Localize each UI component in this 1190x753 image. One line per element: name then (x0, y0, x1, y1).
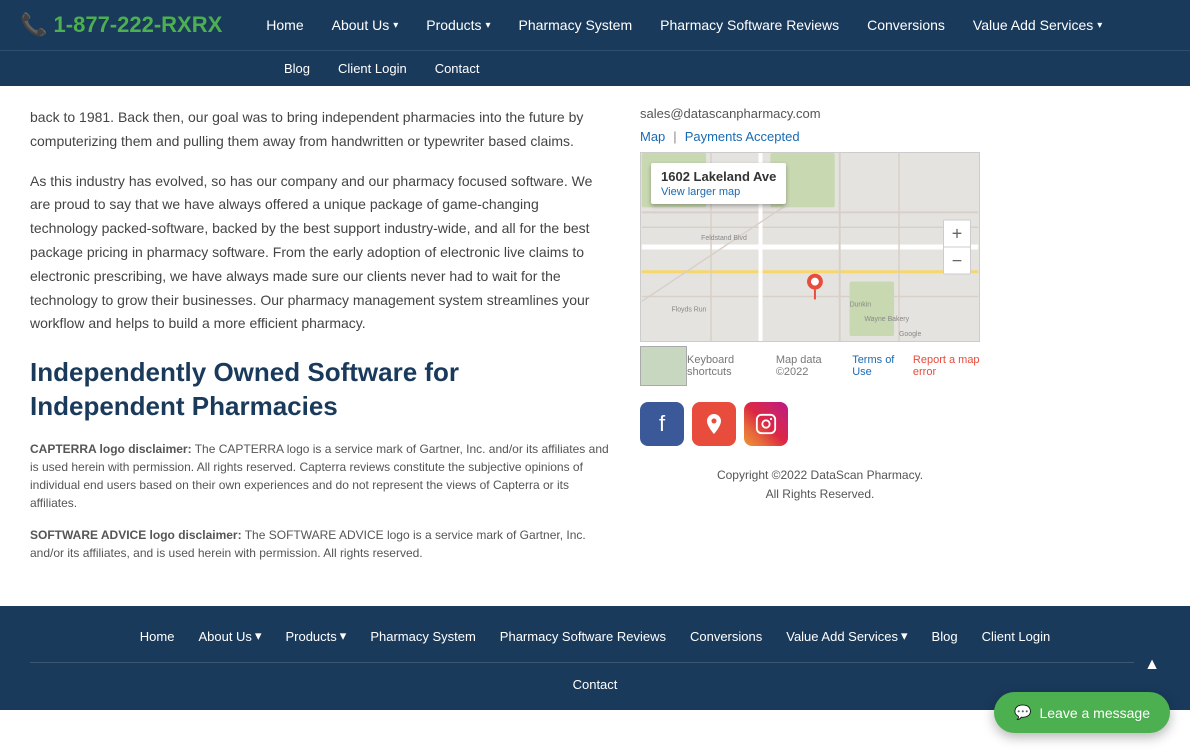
svg-text:Wayne Bakery: Wayne Bakery (864, 316, 909, 323)
map-thumbnail (640, 346, 687, 386)
right-column: sales@datascanpharmacy.com Map | Payment… (640, 106, 1000, 586)
nav-value-add-services[interactable]: Value Add Services ▾ (959, 0, 1116, 50)
separator: | (673, 129, 676, 144)
nav-pharmacy-system[interactable]: Pharmacy System (505, 0, 647, 50)
left-column: back to 1981. Back then, our goal was to… (30, 106, 610, 586)
footer-nav-secondary: Contact (30, 663, 1160, 710)
map-container: Floyds Run Dunkin Wayne Bakery Feldstand… (640, 152, 1000, 386)
scroll-top-button[interactable]: ▲ (1134, 647, 1170, 683)
phone-icon: 📞 (20, 12, 47, 37)
chat-icon: 💬 (1014, 704, 1031, 721)
softwareadvice-disclaimer-label: SOFTWARE ADVICE logo disclaimer: (30, 528, 242, 542)
footer-conversions[interactable]: Conversions (678, 625, 774, 648)
copyright-text: Copyright ©2022 DataScan Pharmacy. All R… (640, 466, 1000, 504)
terms-of-use-link[interactable]: Terms of Use (852, 354, 913, 378)
nav-products[interactable]: Products ▾ (412, 0, 504, 50)
primary-nav-links: Home About Us ▾ Products ▾ Pharmacy Syst… (252, 0, 1170, 50)
chat-label: Leave a message (1039, 705, 1150, 721)
nav-contact[interactable]: Contact (421, 51, 494, 87)
nav-conversions[interactable]: Conversions (853, 0, 959, 50)
maps-svg (702, 412, 726, 436)
map-data-credit: Map data ©2022 (776, 354, 852, 378)
view-larger-map-link[interactable]: View larger map (661, 186, 740, 198)
zoom-out-button[interactable]: − (944, 248, 970, 274)
footer-nav-primary: Home About Us ▾ Products ▾ Pharmacy Syst… (30, 624, 1160, 663)
instagram-svg (755, 413, 777, 435)
nav-about[interactable]: About Us ▾ (318, 0, 413, 50)
map-payment-links: Map | Payments Accepted (640, 129, 1000, 144)
copyright-line1: Copyright ©2022 DataScan Pharmacy. (717, 468, 923, 482)
chat-button[interactable]: 💬 Leave a message (994, 692, 1170, 733)
map-info-box: 1602 Lakeland Ave View larger map (651, 163, 786, 204)
footer-vas-chevron: ▾ (901, 628, 908, 644)
keyboard-shortcuts: Keyboard shortcuts (687, 354, 776, 378)
map-address-line1: 1602 Lakeland Ave (661, 169, 776, 184)
softwareadvice-disclaimer: SOFTWARE ADVICE logo disclaimer: The SOF… (30, 526, 610, 562)
footer-home[interactable]: Home (128, 625, 187, 648)
body-text-1: back to 1981. Back then, our goal was to… (30, 106, 610, 154)
footer-contact[interactable]: Contact (561, 673, 630, 696)
nav-blog[interactable]: Blog (270, 51, 324, 87)
capterra-disclaimer: CAPTERRA logo disclaimer: The CAPTERRA l… (30, 440, 610, 512)
facebook-icon[interactable]: f (640, 402, 684, 446)
secondary-navigation: Blog Client Login Contact (0, 50, 1190, 86)
footer-about-us[interactable]: About Us ▾ (186, 624, 273, 648)
footer-pharmacy-software-reviews[interactable]: Pharmacy Software Reviews (488, 625, 678, 648)
instagram-icon[interactable] (744, 402, 788, 446)
svg-text:Dunkin: Dunkin (850, 301, 872, 308)
capterra-disclaimer-label: CAPTERRA logo disclaimer: (30, 442, 192, 456)
footer-products-chevron: ▾ (340, 628, 347, 644)
google-maps-icon[interactable] (692, 402, 736, 446)
footer-about-chevron: ▾ (255, 628, 262, 644)
footer-client-login[interactable]: Client Login (970, 625, 1063, 648)
footer-value-add-services[interactable]: Value Add Services ▾ (774, 624, 919, 648)
phone-number: 1-877-222-RXRX (54, 12, 223, 37)
footer-pharmacy-system[interactable]: Pharmacy System (358, 625, 487, 648)
svg-text:Floyds Run: Floyds Run (671, 306, 706, 313)
about-chevron-icon: ▾ (393, 20, 398, 31)
body-text-2: As this industry has evolved, so has our… (30, 170, 610, 337)
nav-pharmacy-software-reviews[interactable]: Pharmacy Software Reviews (646, 0, 853, 50)
vas-chevron-icon: ▾ (1097, 20, 1102, 31)
map-embed[interactable]: Floyds Run Dunkin Wayne Bakery Feldstand… (640, 152, 980, 342)
products-chevron-icon: ▾ (486, 20, 491, 31)
section-heading: Independently Owned Software for Indepen… (30, 356, 610, 424)
map-link[interactable]: Map (640, 129, 665, 144)
svg-text:Google: Google (899, 331, 921, 338)
nav-home[interactable]: Home (252, 0, 317, 50)
copyright-line2: All Rights Reserved. (766, 487, 875, 501)
report-map-error-link[interactable]: Report a map error (913, 354, 1000, 378)
map-bottom-bar: Keyboard shortcuts Map data ©2022 Terms … (640, 346, 1000, 386)
email-address: sales@datascanpharmacy.com (640, 106, 1000, 121)
svg-text:Feldstand Blvd: Feldstand Blvd (701, 235, 747, 242)
payments-link[interactable]: Payments Accepted (685, 129, 800, 144)
main-content: back to 1981. Back then, our goal was to… (0, 86, 1190, 606)
social-icons: f (640, 402, 1000, 446)
zoom-in-button[interactable]: + (944, 221, 970, 247)
map-zoom-controls: + − (943, 220, 971, 275)
footer-blog[interactable]: Blog (920, 625, 970, 648)
top-navigation: 📞 1-877-222-RXRX Home About Us ▾ Product… (0, 0, 1190, 50)
footer-products[interactable]: Products ▾ (273, 624, 358, 648)
logo[interactable]: 📞 1-877-222-RXRX (20, 12, 222, 38)
nav-client-login[interactable]: Client Login (324, 51, 421, 87)
scroll-top-icon: ▲ (1144, 656, 1160, 674)
